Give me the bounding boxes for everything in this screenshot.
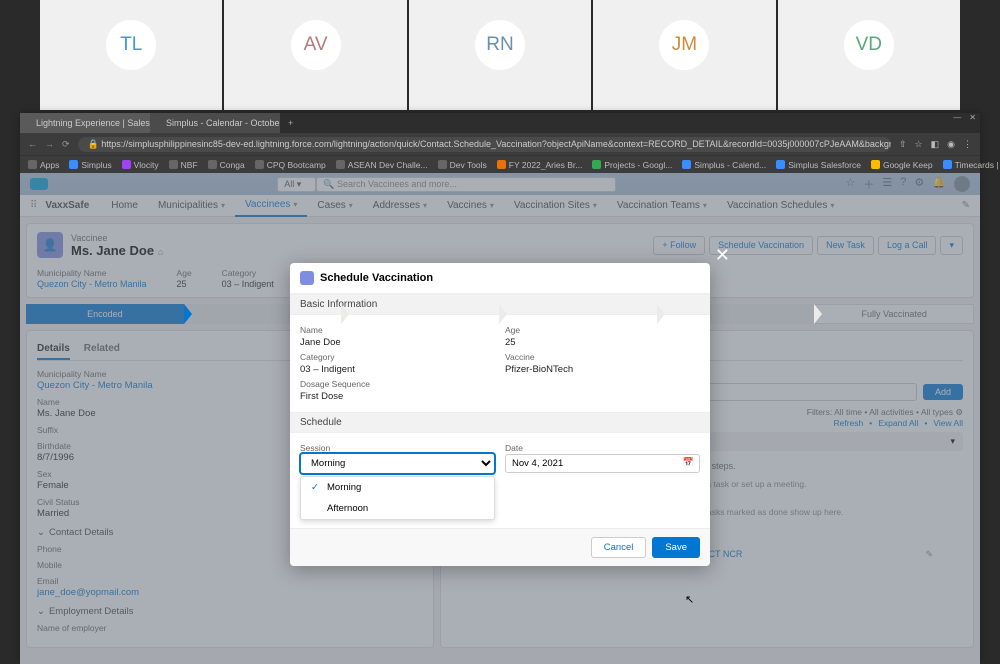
- save-button[interactable]: Save: [652, 537, 700, 558]
- calendar-icon[interactable]: 📅: [683, 457, 694, 468]
- field-vaccine: Pfizer-BioNTech: [505, 364, 700, 375]
- cancel-button[interactable]: Cancel: [591, 537, 647, 558]
- field-dosage: First Dose: [300, 391, 495, 402]
- date-input-wrap: 📅: [505, 453, 700, 473]
- avatar: RN: [475, 20, 525, 70]
- session-option-afternoon[interactable]: Afternoon: [301, 498, 494, 519]
- check-icon: ✓: [311, 482, 321, 493]
- share-icon[interactable]: ⇧: [899, 139, 907, 150]
- lock-icon: 🔒: [88, 139, 99, 149]
- section-schedule: Schedule: [290, 412, 710, 433]
- bookmark[interactable]: Projects - Googl...: [592, 160, 672, 170]
- bookmark[interactable]: Simplus: [69, 160, 111, 170]
- participant-card[interactable]: VD: [778, 0, 960, 110]
- bookmark[interactable]: ASEAN Dev Challe...: [336, 160, 428, 170]
- browser-tab[interactable]: Simplus - Calendar - October ...×: [150, 113, 280, 133]
- participants-bar: TL AV RN JM VD: [0, 0, 1000, 110]
- bookmark[interactable]: NBF: [169, 160, 198, 170]
- participant-card[interactable]: TL: [40, 0, 222, 110]
- close-icon[interactable]: ✕: [969, 113, 976, 122]
- avatar: VD: [844, 20, 894, 70]
- address-bar: ← → ⟳ 🔒 https://simplusphilippinesinc85-…: [20, 133, 980, 155]
- bookmarks-bar: Apps Simplus Vlocity NBF Conga CPQ Bootc…: [20, 155, 980, 173]
- field-name: Jane Doe: [300, 337, 495, 348]
- participant-card[interactable]: RN: [409, 0, 591, 110]
- bookmark[interactable]: CPQ Bootcamp: [255, 160, 326, 170]
- modal-icon: [300, 271, 314, 285]
- browser-window: Lightning Experience | Salesf...× Simplu…: [20, 113, 980, 664]
- session-dropdown[interactable]: Morning: [300, 453, 495, 474]
- bookmark[interactable]: Google Keep: [871, 160, 933, 170]
- star-icon[interactable]: ☆: [915, 139, 923, 150]
- back-button[interactable]: ←: [28, 139, 37, 149]
- session-options: ✓Morning Afternoon: [300, 476, 495, 520]
- avatar: TL: [106, 20, 156, 70]
- session-option-morning[interactable]: ✓Morning: [301, 477, 494, 498]
- close-modal-button[interactable]: ✕: [715, 245, 730, 266]
- modal-title: Schedule Vaccination: [320, 272, 433, 284]
- menu-icon[interactable]: ⋮: [963, 139, 972, 150]
- salesforce-app: All ▾ 🔍 Search Vaccinees and more... ☆ ＋…: [20, 173, 980, 664]
- apps-bookmark[interactable]: Apps: [28, 160, 59, 170]
- date-input[interactable]: [505, 454, 700, 473]
- field-category: 03 – Indigent: [300, 364, 495, 375]
- forward-button[interactable]: →: [45, 139, 54, 149]
- tab-title: Simplus - Calendar - October ...: [166, 118, 280, 128]
- apps-icon: [28, 160, 37, 169]
- reload-button[interactable]: ⟳: [62, 139, 70, 150]
- avatar: JM: [659, 20, 709, 70]
- url-field[interactable]: 🔒 https://simplusphilippinesinc85-dev-ed…: [78, 137, 891, 152]
- extension-icon[interactable]: ◧: [931, 139, 940, 150]
- browser-tabbar: Lightning Experience | Salesf...× Simplu…: [20, 113, 980, 133]
- new-tab-button[interactable]: +: [280, 118, 301, 128]
- browser-tab[interactable]: Lightning Experience | Salesf...×: [20, 113, 150, 133]
- bookmark[interactable]: Simplus Salesforce: [776, 160, 861, 170]
- session-select[interactable]: Morning ✓Morning Afternoon: [300, 453, 495, 474]
- modal-footer: Cancel Save: [290, 528, 710, 566]
- bookmark[interactable]: Timecards | Salesf...: [943, 160, 1000, 170]
- bookmark[interactable]: Simplus - Calend...: [682, 160, 766, 170]
- bookmark[interactable]: Conga: [208, 160, 245, 170]
- field-age: 25: [505, 337, 700, 348]
- bookmark[interactable]: Vlocity: [122, 160, 159, 170]
- tab-title: Lightning Experience | Salesf...: [36, 118, 150, 128]
- avatar: AV: [291, 20, 341, 70]
- window-controls: —✕: [953, 113, 976, 122]
- participant-card[interactable]: JM: [593, 0, 775, 110]
- participant-card[interactable]: AV: [224, 0, 406, 110]
- profile-icon[interactable]: ◉: [947, 139, 955, 150]
- bookmark[interactable]: Dev Tools: [438, 160, 487, 170]
- minimize-icon[interactable]: —: [953, 113, 961, 122]
- bookmark[interactable]: FY 2022_Aries Br...: [497, 160, 583, 170]
